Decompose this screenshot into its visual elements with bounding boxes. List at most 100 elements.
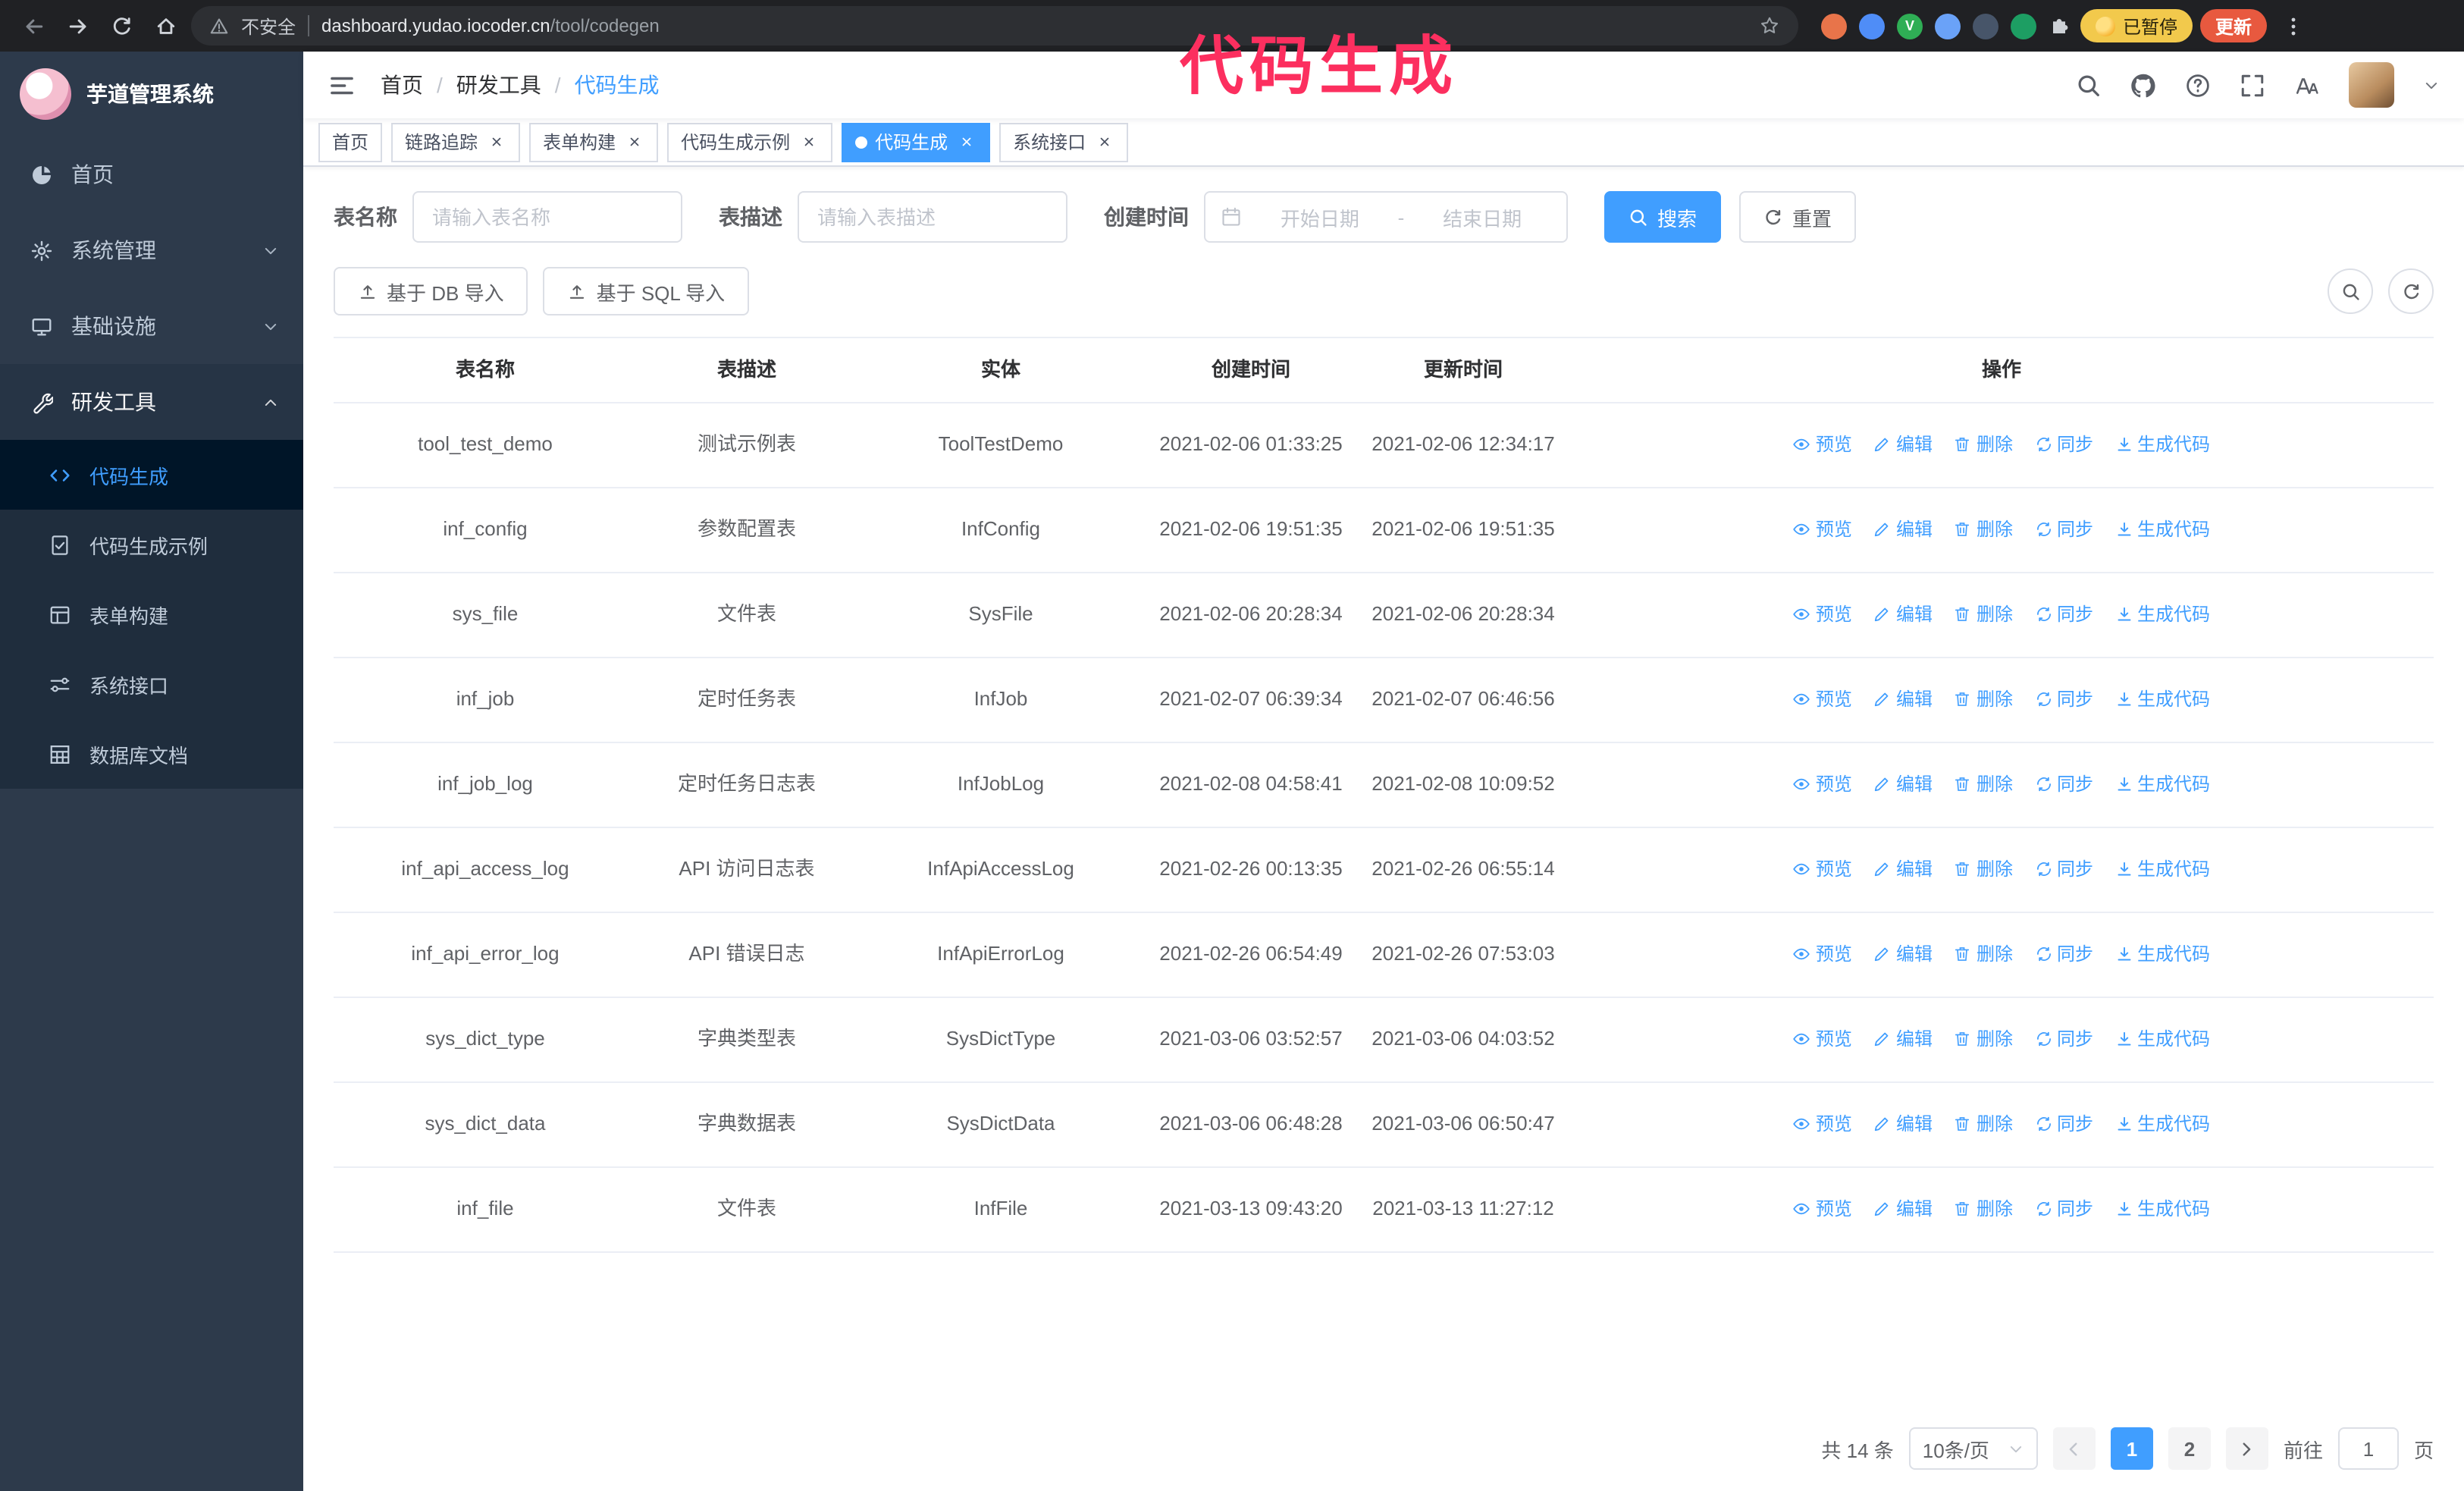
sync-action[interactable]: 同步 xyxy=(2034,772,2093,799)
address-bar[interactable]: 不安全 dashboard.yudao.iocoder.cn/tool/code… xyxy=(191,6,1798,46)
browser-refresh-button[interactable] xyxy=(103,8,140,44)
bookmark-star-icon[interactable] xyxy=(1759,15,1780,36)
generate-code-action[interactable]: 生成代码 xyxy=(2114,517,2210,544)
extensions-puzzle-icon[interactable] xyxy=(2049,14,2073,38)
sidebar-item-home[interactable]: 首页 xyxy=(0,137,303,212)
sync-action[interactable]: 同步 xyxy=(2034,1027,2093,1053)
question-icon[interactable] xyxy=(2185,72,2211,98)
goto-page-input[interactable] xyxy=(2337,1427,2399,1470)
preview-action[interactable]: 预览 xyxy=(1793,942,1852,968)
edit-action[interactable]: 编辑 xyxy=(1873,517,1933,544)
preview-action[interactable]: 预览 xyxy=(1793,517,1852,544)
table-name-input[interactable] xyxy=(412,191,682,243)
sync-action[interactable]: 同步 xyxy=(2034,1197,2093,1223)
sidebar-item-system[interactable]: 系统管理 xyxy=(0,212,303,288)
sidebar-item-infra[interactable]: 基础设施 xyxy=(0,288,303,364)
close-icon[interactable] xyxy=(955,131,977,152)
tab-链路追踪[interactable]: 链路追踪 xyxy=(391,122,521,162)
search-icon[interactable] xyxy=(2076,72,2102,98)
delete-action[interactable]: 删除 xyxy=(1954,942,2013,968)
generate-code-action[interactable]: 生成代码 xyxy=(2114,687,2210,714)
delete-action[interactable]: 删除 xyxy=(1954,517,2013,544)
tab-系统接口[interactable]: 系统接口 xyxy=(999,122,1129,162)
browser-home-button[interactable] xyxy=(147,8,183,44)
breadcrumb-devtools[interactable]: 研发工具 xyxy=(456,70,541,100)
breadcrumb-home[interactable]: 首页 xyxy=(381,70,423,100)
hamburger-icon[interactable] xyxy=(328,71,356,99)
user-avatar[interactable] xyxy=(2349,62,2394,108)
generate-code-action[interactable]: 生成代码 xyxy=(2114,1027,2210,1053)
delete-action[interactable]: 删除 xyxy=(1954,687,2013,714)
browser-back-button[interactable] xyxy=(15,8,52,44)
preview-action[interactable]: 预览 xyxy=(1793,857,1852,884)
edit-action[interactable]: 编辑 xyxy=(1873,772,1933,799)
generate-code-action[interactable]: 生成代码 xyxy=(2114,1112,2210,1138)
generate-code-action[interactable]: 生成代码 xyxy=(2114,857,2210,884)
sidebar-item-api[interactable]: 系统接口 xyxy=(0,649,303,719)
next-page-button[interactable] xyxy=(2225,1427,2268,1470)
generate-code-action[interactable]: 生成代码 xyxy=(2114,772,2210,799)
preview-action[interactable]: 预览 xyxy=(1793,1027,1852,1053)
page-button-2[interactable]: 2 xyxy=(2168,1427,2211,1470)
extension-icon-6[interactable] xyxy=(2011,13,2036,39)
close-icon[interactable] xyxy=(1093,131,1114,152)
sidebar-item-devtools[interactable]: 研发工具 xyxy=(0,364,303,440)
generate-code-action[interactable]: 生成代码 xyxy=(2114,942,2210,968)
browser-menu-button[interactable] xyxy=(2274,8,2311,44)
page-size-select[interactable]: 10条/页 xyxy=(1908,1427,2038,1470)
date-range-picker[interactable]: 开始日期 - 结束日期 xyxy=(1204,191,1568,243)
preview-action[interactable]: 预览 xyxy=(1793,1112,1852,1138)
close-icon[interactable] xyxy=(623,131,644,152)
preview-action[interactable]: 预览 xyxy=(1793,687,1852,714)
edit-action[interactable]: 编辑 xyxy=(1873,1027,1933,1053)
chevron-down-icon[interactable] xyxy=(2423,77,2440,93)
browser-forward-button[interactable] xyxy=(59,8,96,44)
refresh-table-button[interactable] xyxy=(2388,268,2434,314)
update-button[interactable]: 更新 xyxy=(2200,9,2268,42)
tab-代码生成[interactable]: 代码生成 xyxy=(842,122,991,162)
tab-表单构建[interactable]: 表单构建 xyxy=(529,122,659,162)
tab-首页[interactable]: 首页 xyxy=(318,122,383,162)
github-icon[interactable] xyxy=(2130,72,2156,98)
extension-icon-2[interactable] xyxy=(1859,13,1885,39)
generate-code-action[interactable]: 生成代码 xyxy=(2114,602,2210,629)
import-db-button[interactable]: 基于 DB 导入 xyxy=(334,267,528,315)
sync-action[interactable]: 同步 xyxy=(2034,517,2093,544)
sync-action[interactable]: 同步 xyxy=(2034,1112,2093,1138)
delete-action[interactable]: 删除 xyxy=(1954,772,2013,799)
close-icon[interactable] xyxy=(485,131,506,152)
sync-action[interactable]: 同步 xyxy=(2034,857,2093,884)
sidebar-item-codegen[interactable]: 代码生成 xyxy=(0,440,303,510)
tab-代码生成示例[interactable]: 代码生成示例 xyxy=(667,122,833,162)
preview-action[interactable]: 预览 xyxy=(1793,772,1852,799)
delete-action[interactable]: 删除 xyxy=(1954,432,2013,459)
search-button[interactable]: 搜索 xyxy=(1604,191,1722,243)
sidebar-item-form-builder[interactable]: 表单构建 xyxy=(0,579,303,649)
sidebar-item-db-doc[interactable]: 数据库文档 xyxy=(0,719,303,789)
extension-icon-5[interactable] xyxy=(1973,13,1998,39)
import-sql-button[interactable]: 基于 SQL 导入 xyxy=(543,267,750,315)
sync-action[interactable]: 同步 xyxy=(2034,687,2093,714)
edit-action[interactable]: 编辑 xyxy=(1873,602,1933,629)
page-button-1[interactable]: 1 xyxy=(2110,1427,2153,1470)
delete-action[interactable]: 删除 xyxy=(1954,1027,2013,1053)
edit-action[interactable]: 编辑 xyxy=(1873,432,1933,459)
table-desc-input[interactable] xyxy=(798,191,1067,243)
delete-action[interactable]: 删除 xyxy=(1954,857,2013,884)
delete-action[interactable]: 删除 xyxy=(1954,1112,2013,1138)
extension-icon-4[interactable] xyxy=(1935,13,1961,39)
close-icon[interactable] xyxy=(798,131,819,152)
sync-action[interactable]: 同步 xyxy=(2034,432,2093,459)
paused-badge[interactable]: 已暂停 xyxy=(2080,9,2193,42)
delete-action[interactable]: 删除 xyxy=(1954,1197,2013,1223)
extension-icon-1[interactable] xyxy=(1821,13,1847,39)
generate-code-action[interactable]: 生成代码 xyxy=(2114,432,2210,459)
preview-action[interactable]: 预览 xyxy=(1793,1197,1852,1223)
delete-action[interactable]: 删除 xyxy=(1954,602,2013,629)
sidebar-item-codegen-example[interactable]: 代码生成示例 xyxy=(0,510,303,579)
fullscreen-icon[interactable] xyxy=(2240,72,2265,98)
sync-action[interactable]: 同步 xyxy=(2034,602,2093,629)
toggle-search-button[interactable] xyxy=(2328,268,2373,314)
preview-action[interactable]: 预览 xyxy=(1793,432,1852,459)
generate-code-action[interactable]: 生成代码 xyxy=(2114,1197,2210,1223)
